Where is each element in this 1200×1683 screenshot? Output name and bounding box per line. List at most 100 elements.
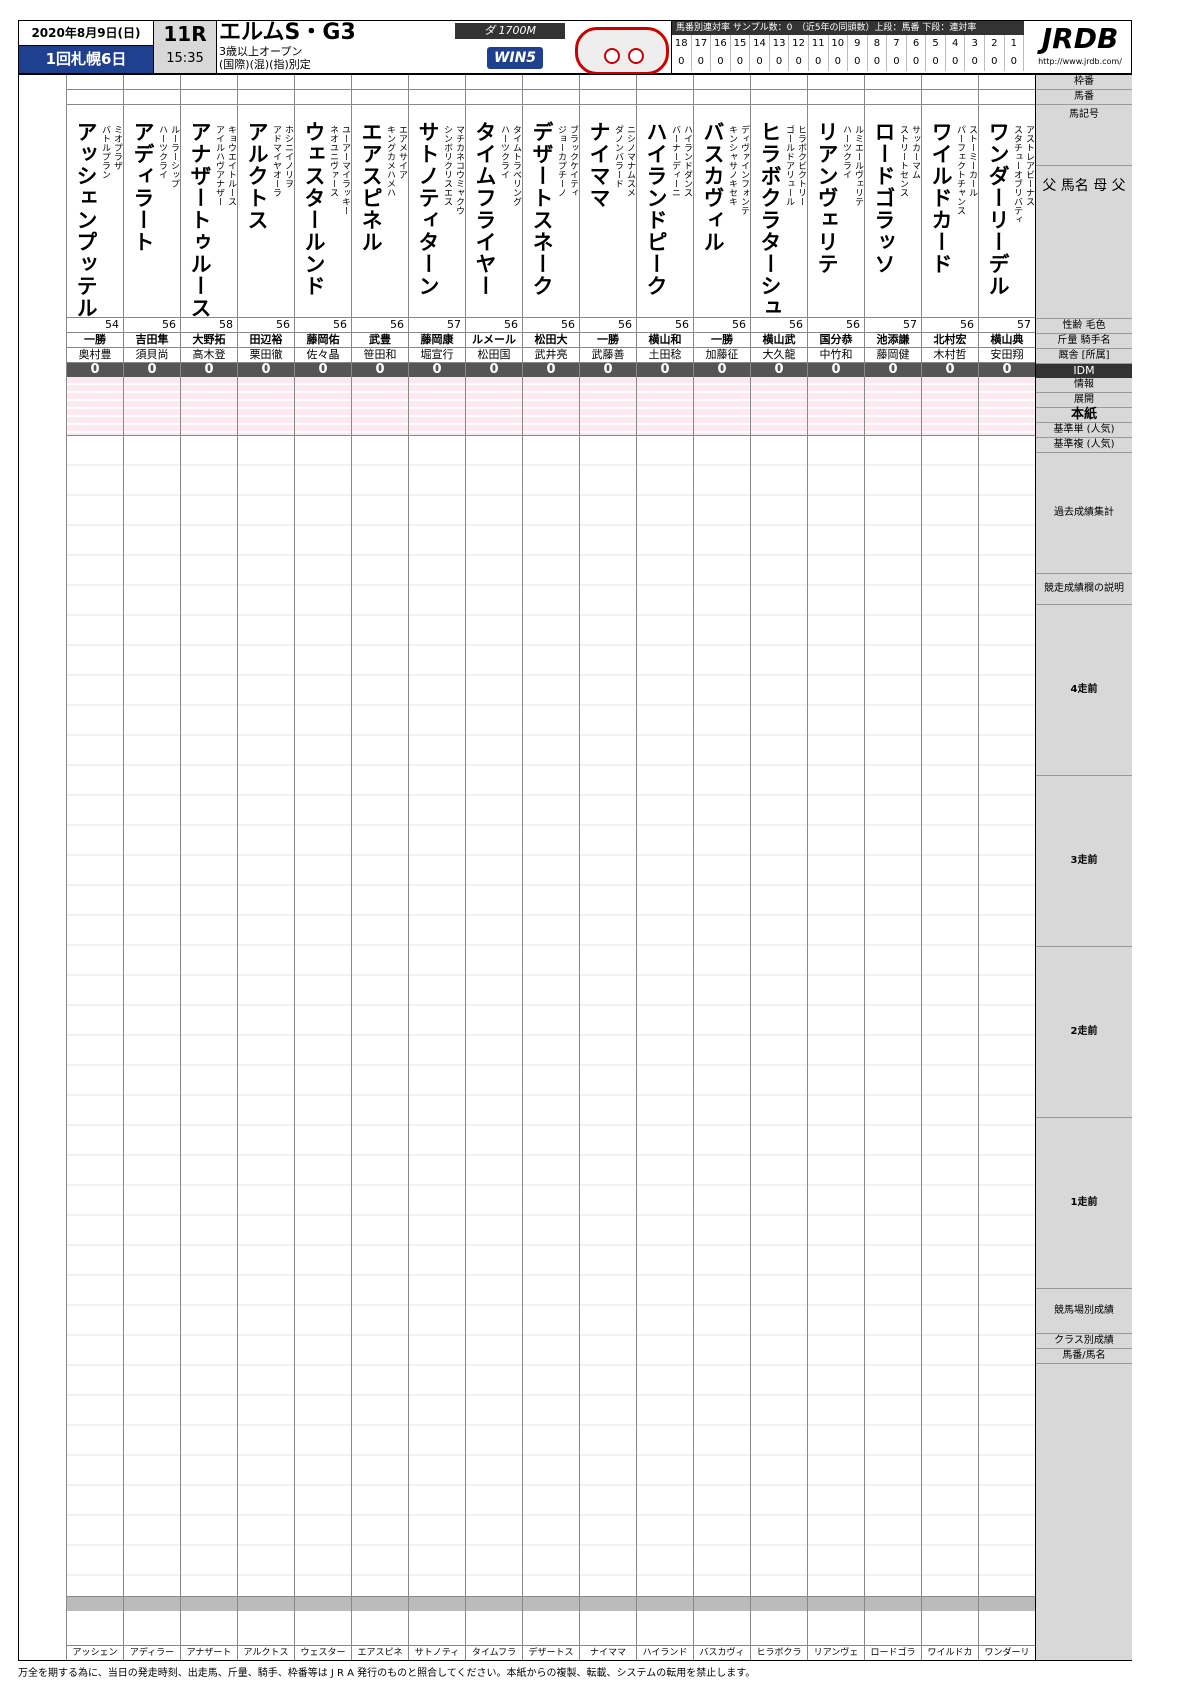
course-map-icon xyxy=(575,27,669,75)
stats-value: 0 xyxy=(907,53,927,71)
info-block xyxy=(181,377,237,436)
gate-cell xyxy=(808,75,864,90)
stats-value: 0 xyxy=(965,53,985,71)
dam-name: マチカネコウミャクウ xyxy=(454,125,464,215)
past-results xyxy=(124,436,180,1597)
info-block xyxy=(352,377,408,436)
jockey: 池添謙 xyxy=(865,333,921,348)
horse-name: エアスピネル xyxy=(359,121,383,253)
stats-number: 2 xyxy=(985,35,1005,53)
stats-number: 1 xyxy=(1005,35,1025,53)
name-cell: ハイランドピーク バーナーディーニ ハイランドダンス xyxy=(637,105,693,318)
past-results xyxy=(808,436,864,1597)
idm-value: 0 xyxy=(352,363,408,377)
stats-number: 5 xyxy=(926,35,946,53)
legend-track: 競馬場別成績 xyxy=(1036,1289,1132,1334)
horse-column: ナイママ ダノンバラード ニシノマナムスメ 56 一勝 武藤善 0 ナイママ xyxy=(579,75,636,1660)
legend-mark: 馬記号 xyxy=(1036,105,1132,166)
horse-column: エアスピネル キングカメハメハ エアメサイア 56 武豊 笹田和 0 エアスピネ xyxy=(351,75,408,1660)
horse-name: タイムフライヤー xyxy=(473,121,497,297)
weight: 56 xyxy=(466,318,522,333)
trainer: 堀宣行 xyxy=(409,348,465,363)
jockey: 一勝 xyxy=(694,333,750,348)
number-cell xyxy=(67,90,123,105)
horse-column: アルクトス アドマイヤオーラ ホシニイノリヲ 56 田辺裕 栗田徹 0 アルクトス xyxy=(237,75,294,1660)
trainer: 武藤善 xyxy=(580,348,636,363)
race-date: 2020年8月9日(日) xyxy=(19,21,154,46)
dam-name: ニシノマナムスメ xyxy=(625,125,635,197)
info-block xyxy=(637,377,693,436)
horse-column: アナザートゥルース アイルハヴアナザー キョウエイトルース 58 大野拓 高木登 0 アナザー… xyxy=(180,75,237,1660)
gate-cell xyxy=(352,75,408,90)
dam-name: ディヴァインフォンテ xyxy=(739,125,749,215)
horse-column: リアンヴェリテ ハーツクライ ルミエールヴェリテ 56 国分恭 中竹和 0 リアンヴェ xyxy=(807,75,864,1660)
legend-class: クラス別成績 xyxy=(1036,1334,1132,1349)
horse-footer: アルクトス xyxy=(238,1645,294,1660)
jockey: 横山典 xyxy=(979,333,1035,348)
stats-value: 0 xyxy=(770,53,790,71)
gate-cell xyxy=(466,75,522,90)
legend-num: 馬番 xyxy=(1036,90,1132,105)
stats-number-row: 18 17 16 15 14 13 12 11 10 9 8 7 6 5 4 3 2 1 xyxy=(672,35,1025,53)
horse-name: アッシェンプッテル xyxy=(74,121,98,319)
stats-number: 11 xyxy=(809,35,829,53)
idm-value: 0 xyxy=(694,363,750,377)
race-distance: ダ 1700M xyxy=(455,23,565,39)
legend-trainer: 厩舎 [所属] xyxy=(1036,349,1132,364)
jockey: 藤岡佑 xyxy=(295,333,351,348)
horse-column: ヒラボクラターシュ ゴールドアリュール ヒラボクビクトリー 56 横山武 大久龍 0 ヒラボク… xyxy=(750,75,807,1660)
stats-value: 0 xyxy=(848,53,868,71)
dam-name: ホシニイノリヲ xyxy=(283,125,293,188)
info-block xyxy=(808,377,864,436)
horse-column: ハイランドピーク バーナーディーニ ハイランドダンス 56 横山和 土田稔 0 ハイランド xyxy=(636,75,693,1660)
separator xyxy=(466,1597,522,1611)
stats-number: 12 xyxy=(789,35,809,53)
trainer: 佐々晶 xyxy=(295,348,351,363)
weight: 56 xyxy=(352,318,408,333)
name-cell: ウェスタールンド ネオユニヴァース ユーアーマイラッキー xyxy=(295,105,351,318)
separator xyxy=(979,1597,1035,1611)
trainer: 土田稔 xyxy=(637,348,693,363)
info-block xyxy=(466,377,522,436)
past-results xyxy=(865,436,921,1597)
meeting-label: 1回札幌6日 xyxy=(19,46,154,73)
jockey: 北村宏 xyxy=(922,333,978,348)
legend-honshi: 本紙 xyxy=(1036,408,1132,423)
horse-name: ロードゴラッソ xyxy=(872,121,896,275)
gate-cell xyxy=(694,75,750,90)
jockey: 藤岡康 xyxy=(409,333,465,348)
separator xyxy=(751,1597,807,1611)
idm-value: 0 xyxy=(979,363,1035,377)
horse-footer: エアスピネ xyxy=(352,1645,408,1660)
number-cell xyxy=(808,90,864,105)
name-cell: ロードゴラッソ ストリートセンス サッカーマム xyxy=(865,105,921,318)
horse-column: アッシェンプッテル バトルプラン ミオプラザ 54 一勝 奥村豊 0 アッシェン xyxy=(66,75,123,1660)
name-cell: エアスピネル キングカメハメハ エアメサイア xyxy=(352,105,408,318)
horse-name: リアンヴェリテ xyxy=(815,121,839,275)
separator xyxy=(238,1597,294,1611)
trainer: 木村哲 xyxy=(922,348,978,363)
separator xyxy=(922,1597,978,1611)
separator xyxy=(67,1597,123,1611)
info-block xyxy=(238,377,294,436)
gate-cell xyxy=(238,75,294,90)
separator xyxy=(808,1597,864,1611)
jockey: ルメール xyxy=(466,333,522,348)
dam-name: タイムトラベリング xyxy=(511,125,521,206)
horse-footer: ワイルドカ xyxy=(922,1645,978,1660)
separator xyxy=(523,1597,579,1611)
idm-value: 0 xyxy=(124,363,180,377)
stats-value: 0 xyxy=(692,53,712,71)
horse-footer: デザートス xyxy=(523,1645,579,1660)
past-results xyxy=(922,436,978,1597)
idm-value: 0 xyxy=(637,363,693,377)
info-block xyxy=(67,377,123,436)
info-block xyxy=(409,377,465,436)
weight: 56 xyxy=(694,318,750,333)
separator xyxy=(580,1597,636,1611)
idm-value: 0 xyxy=(922,363,978,377)
idm-value: 0 xyxy=(295,363,351,377)
name-cell: ワイルドカード パーフェクトチャンス ストーミーカール xyxy=(922,105,978,318)
weight: 56 xyxy=(751,318,807,333)
horse-name: ハイランドピーク xyxy=(644,121,668,297)
